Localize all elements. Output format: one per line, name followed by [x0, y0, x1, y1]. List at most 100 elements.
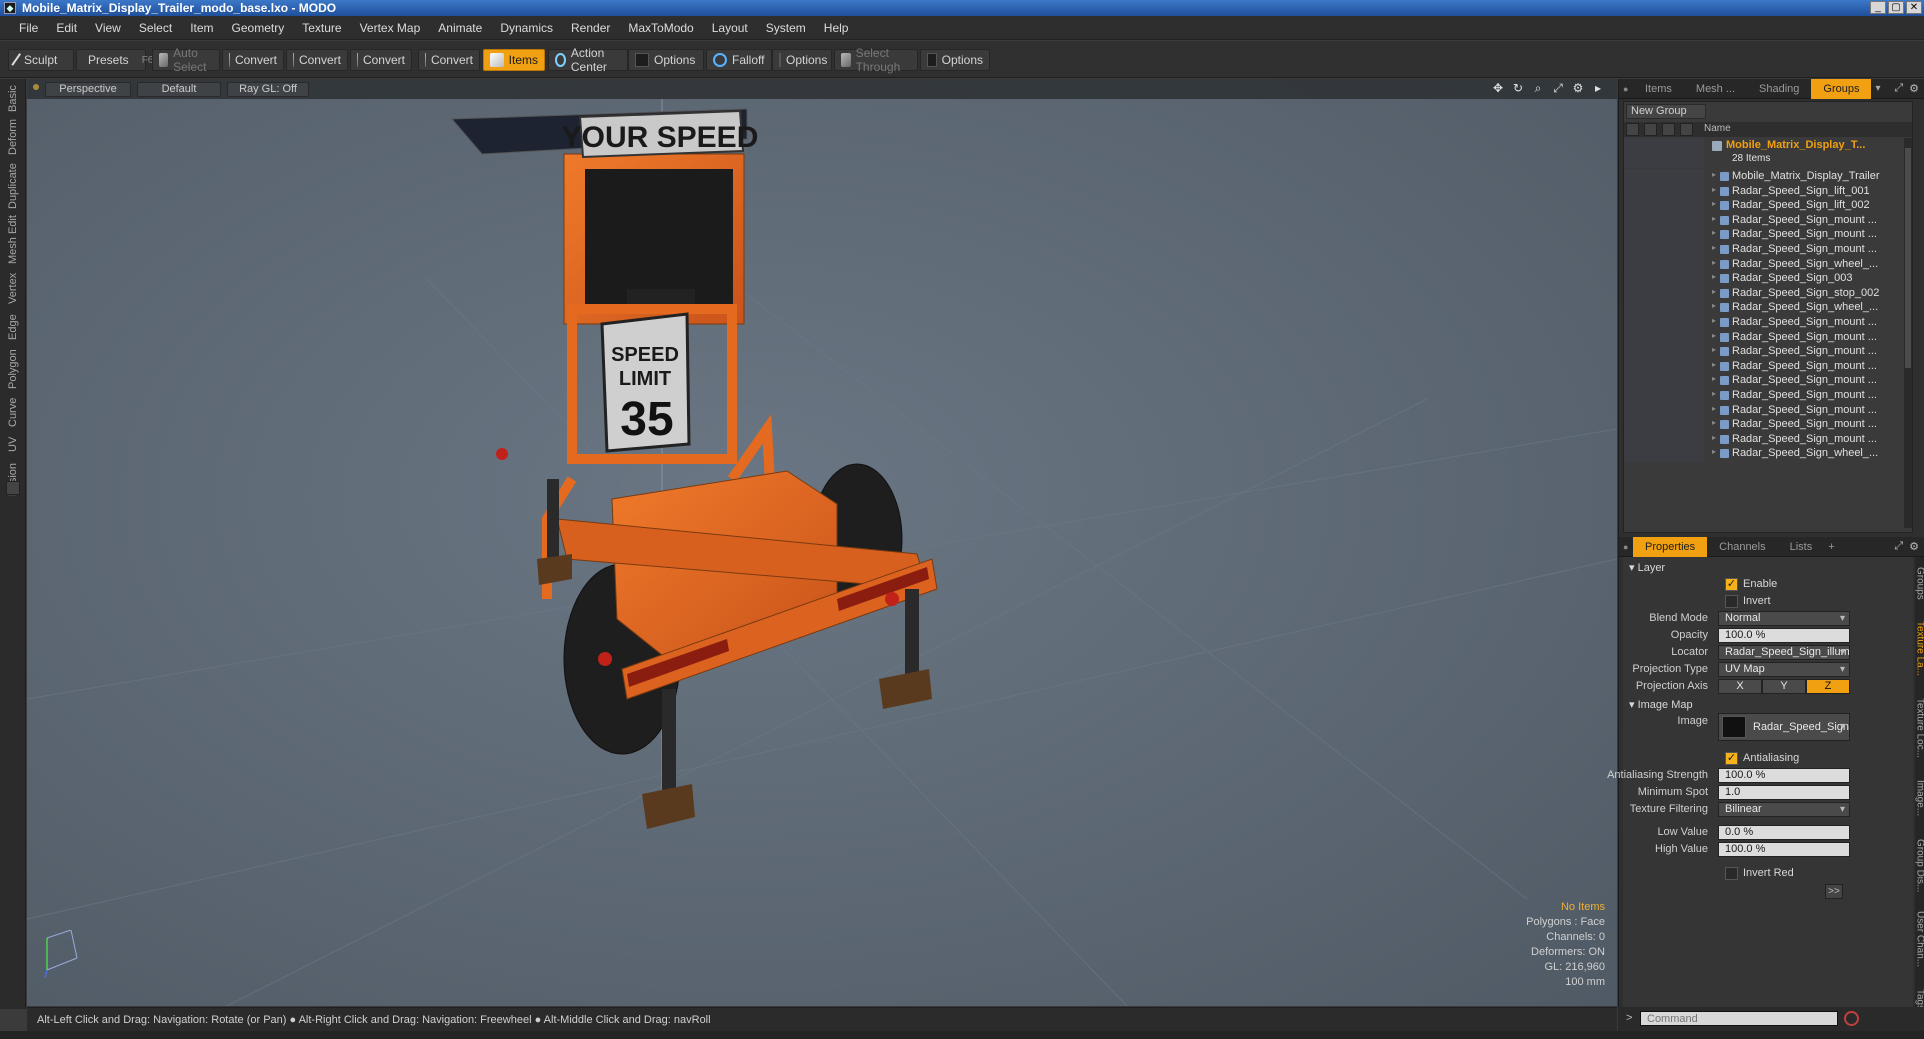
menu-vertex-map[interactable]: Vertex Map [351, 21, 430, 35]
tab-duplicate[interactable]: Duplicate [3, 161, 23, 211]
group-item-row[interactable]: ▸ Radar_Speed_Sign_lift_002 [1624, 198, 1904, 215]
expand-arrow-icon[interactable]: ▸ [1712, 447, 1716, 456]
expand-arrow-icon[interactable]: ▸ [1712, 433, 1716, 442]
group-item-row[interactable]: ▸ Radar_Speed_Sign_wheel_... [1624, 446, 1904, 463]
expand-arrow-icon[interactable]: ▸ [1712, 404, 1716, 413]
expand-arrow-icon[interactable]: ▸ [1712, 272, 1716, 281]
group-item-row[interactable]: ▸ Radar_Speed_Sign_stop_002 [1624, 285, 1904, 302]
menu-view[interactable]: View [86, 21, 130, 35]
convert-edge-button[interactable]: Convert [286, 49, 348, 71]
group-item-row[interactable]: ▸ Radar_Speed_Sign_mount ... [1624, 388, 1904, 404]
action-center-options-button[interactable]: Options [628, 49, 704, 71]
group-item-row[interactable]: ▸ Radar_Speed_Sign_mount ... [1624, 329, 1904, 346]
menu-help[interactable]: Help [815, 21, 858, 35]
select-through-options-button[interactable]: Options [920, 49, 990, 71]
group-row[interactable]: Mobile_Matrix_Display_T... 28 Items [1624, 138, 1904, 168]
shading-style-dropdown[interactable]: Default [137, 82, 221, 97]
tab-properties[interactable]: Properties [1633, 536, 1708, 557]
tab-groups[interactable]: Groups [1811, 78, 1872, 99]
right-tab-4[interactable]: Group Dis... [1910, 831, 1924, 901]
tab-items[interactable]: Items [1633, 79, 1684, 99]
antialiasing-checkbox[interactable]: ✓ [1725, 752, 1738, 765]
expand-panel-icon[interactable]: ⤢ [1894, 540, 1903, 553]
right-tab-3[interactable]: Image... [1910, 771, 1924, 827]
right-tab-5[interactable]: User Chan... [1910, 905, 1924, 975]
groups-scrollbar[interactable] [1904, 138, 1912, 528]
tab-deform[interactable]: Deform [3, 117, 23, 157]
group-item-row[interactable]: ▸ Radar_Speed_Sign_mount ... [1624, 227, 1904, 244]
group-item-row[interactable]: ▸ Radar_Speed_Sign_mount ... [1624, 431, 1904, 448]
group-item-row[interactable]: ▸ Radar_Speed_Sign_003 [1624, 271, 1904, 288]
expand-arrow-icon[interactable]: ▸ [1712, 418, 1716, 427]
tab-edge[interactable]: Edge [3, 311, 23, 343]
tab-vertex[interactable]: Vertex [3, 269, 23, 307]
menu-select[interactable]: Select [130, 21, 181, 35]
expand-arrow-icon[interactable]: ▸ [1712, 389, 1716, 398]
render-column-icon[interactable] [1644, 123, 1657, 136]
record-macro-icon[interactable] [1844, 1011, 1859, 1026]
texture-filtering-dropdown[interactable]: Bilinear [1718, 802, 1850, 817]
sculpt-button[interactable]: Sculpt [8, 49, 74, 71]
menu-texture[interactable]: Texture [293, 21, 350, 35]
enable-checkbox[interactable]: ✓ [1725, 578, 1738, 591]
group-item-row[interactable]: ▸ Radar_Speed_Sign_mount ... [1624, 344, 1904, 361]
group-item-row[interactable]: ▸ Radar_Speed_Sign_mount ... [1624, 417, 1904, 434]
group-item-row[interactable]: ▸ Radar_Speed_Sign_mount ... [1624, 373, 1904, 390]
close-button[interactable]: ✕ [1906, 1, 1922, 14]
projection-type-dropdown[interactable]: UV Map [1718, 662, 1850, 677]
menu-geometry[interactable]: Geometry [223, 21, 294, 35]
group-item-row[interactable]: ▸ Radar_Speed_Sign_mount ... [1624, 358, 1904, 375]
convert-material-button[interactable]: Convert [418, 49, 480, 71]
menu-edit[interactable]: Edit [47, 21, 86, 35]
layer-section-header[interactable]: ▾ Layer [1629, 561, 1665, 574]
presets-button[interactable]: Presets F6 [76, 49, 153, 71]
blend-mode-dropdown[interactable]: Normal [1718, 611, 1850, 626]
high-value-field[interactable]: 100.0 % [1718, 842, 1850, 857]
more-properties-button[interactable]: >> [1825, 884, 1843, 899]
viewport-menu-icon[interactable] [33, 84, 39, 90]
expand-arrow-icon[interactable]: ▸ [1712, 316, 1716, 325]
group-item-row[interactable]: ▸ Radar_Speed_Sign_wheel_... [1624, 256, 1904, 273]
add-tab-button[interactable]: + [1824, 537, 1838, 557]
falloff-options-button[interactable]: Options [772, 49, 832, 71]
tab-mesh-edit[interactable]: Mesh Edit [3, 215, 23, 265]
menu-system[interactable]: System [757, 21, 815, 35]
tab-curve[interactable]: Curve [3, 395, 23, 429]
convert-vertex-button[interactable]: Convert [222, 49, 284, 71]
menu-animate[interactable]: Animate [429, 21, 491, 35]
panel-menu-icon[interactable]: ● [1619, 537, 1633, 557]
group-item-row[interactable]: ▸ Radar_Speed_Sign_mount ... [1624, 315, 1904, 331]
right-tab-0[interactable]: Groups [1910, 559, 1924, 608]
low-value-field[interactable]: 0.0 % [1718, 825, 1850, 840]
invert-red-checkbox[interactable] [1725, 867, 1738, 880]
expand-arrow-icon[interactable]: ▸ [1712, 258, 1716, 267]
falloff-button[interactable]: Falloff [706, 49, 772, 71]
panel-menu-icon[interactable]: ● [1619, 79, 1633, 99]
aa-strength-field[interactable]: 100.0 % [1718, 768, 1850, 783]
3d-viewport[interactable]: Perspective Default Ray GL: Off ✥ ↻ ⌕ ⤢ … [27, 79, 1617, 1006]
expand-arrow-icon[interactable]: ▸ [1712, 185, 1716, 194]
tab-basic[interactable]: Basic [3, 85, 23, 113]
expand-arrow-icon[interactable]: ▸ [1712, 345, 1716, 354]
items-mode-button[interactable]: Items [483, 49, 545, 71]
expand-arrow-icon[interactable]: ▸ [1712, 374, 1716, 383]
expand-arrow-icon[interactable]: ▸ [1712, 170, 1716, 179]
maximize-button[interactable]: ▢ [1888, 1, 1904, 14]
auto-select-button[interactable]: Auto Select [152, 46, 220, 74]
view-type-dropdown[interactable]: Perspective [45, 82, 131, 97]
menu-dynamics[interactable]: Dynamics [491, 21, 562, 35]
opacity-field[interactable]: 100.0 % [1718, 628, 1850, 643]
expand-arrow-icon[interactable]: ▸ [1712, 301, 1716, 310]
tab-shading[interactable]: Shading [1747, 79, 1811, 99]
tab-channels[interactable]: Channels [1707, 537, 1777, 557]
expand-panel-icon[interactable]: ⤢ [1894, 82, 1903, 95]
pan-icon[interactable]: ✥ [1491, 81, 1505, 95]
right-tab-1[interactable]: Texture La... [1910, 612, 1924, 686]
orbit-icon[interactable]: ↻ [1511, 81, 1525, 95]
tab-lists[interactable]: Lists [1778, 537, 1825, 557]
menu-maxtomodo[interactable]: MaxToModo [619, 21, 702, 35]
menu-item[interactable]: Item [181, 21, 222, 35]
group-item-row[interactable]: ▸ Radar_Speed_Sign_lift_001 [1624, 183, 1904, 200]
locator-dropdown[interactable]: Radar_Speed_Sign_illum_chil... [1718, 645, 1850, 660]
panel-settings-icon[interactable]: ⚙ [1909, 540, 1919, 553]
